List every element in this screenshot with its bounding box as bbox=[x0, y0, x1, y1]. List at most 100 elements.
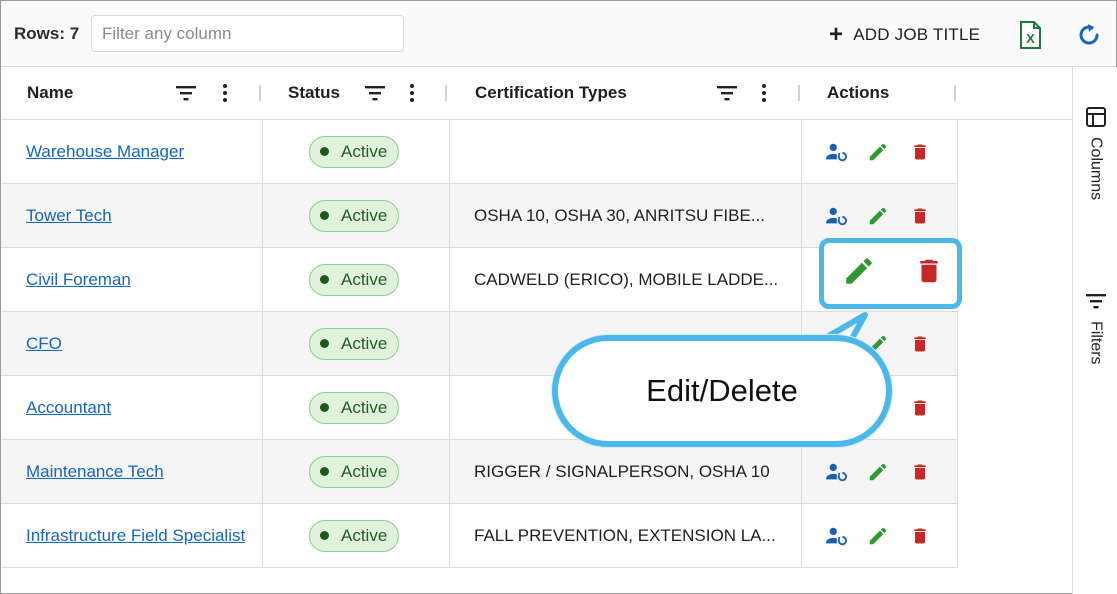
job-title-link[interactable]: Civil Foreman bbox=[26, 270, 131, 290]
status-badge: Active bbox=[309, 263, 400, 296]
filter-menu-icon[interactable] bbox=[365, 83, 385, 103]
edit-icon[interactable] bbox=[867, 205, 889, 227]
status-badge-label: Active bbox=[341, 141, 388, 161]
table-row: Civil Foreman Active CADWELD (ERICO), MOBI… bbox=[1, 248, 958, 312]
filter-menu-icon[interactable] bbox=[717, 83, 737, 103]
column-resize-handle[interactable] bbox=[259, 85, 261, 101]
certification-types-cell: OSHA 10, OSHA 30, ANRITSU FIBE... bbox=[450, 184, 802, 247]
status-dot-icon bbox=[320, 339, 329, 348]
add-job-title-button[interactable]: + ADD JOB TITLE bbox=[829, 21, 980, 49]
job-title-link[interactable]: CFO bbox=[26, 334, 62, 354]
job-title-link[interactable]: Accountant bbox=[26, 398, 111, 418]
certification-types-cell: FALL PREVENTION, EXTENSION LA... bbox=[450, 504, 802, 567]
status-badge: Active bbox=[309, 135, 400, 168]
refresh-icon[interactable] bbox=[1075, 21, 1103, 49]
status-badge-label: Active bbox=[341, 205, 388, 225]
delete-icon[interactable] bbox=[909, 333, 931, 355]
column-options-icon[interactable] bbox=[402, 83, 422, 103]
table-row: Infrastructure Field Specialist Active FAL… bbox=[1, 504, 958, 568]
name-cell: Accountant bbox=[1, 376, 263, 439]
status-badge-label: Active bbox=[341, 461, 388, 481]
status-badge: Active bbox=[309, 455, 400, 488]
name-cell: Tower Tech bbox=[1, 184, 263, 247]
edit-icon[interactable] bbox=[867, 525, 889, 547]
status-badge-label: Active bbox=[341, 269, 388, 289]
job-titles-grid-window: Rows: 7 + ADD JOB TITLE X Name bbox=[0, 0, 1117, 594]
status-badge-label: Active bbox=[341, 525, 388, 545]
table-header-row: Name Status Certification Types Actions bbox=[1, 67, 1072, 120]
status-dot-icon bbox=[320, 147, 329, 156]
status-badge: Active bbox=[309, 519, 400, 552]
job-title-link[interactable]: Infrastructure Field Specialist bbox=[26, 526, 245, 546]
actions-cell bbox=[802, 440, 958, 503]
status-dot-icon bbox=[320, 211, 329, 220]
column-resize-handle[interactable] bbox=[445, 85, 447, 101]
filters-tab-label: Filters bbox=[1087, 321, 1105, 365]
add-job-title-label: ADD JOB TITLE bbox=[853, 25, 981, 44]
name-cell: CFO bbox=[1, 312, 263, 375]
delete-icon[interactable] bbox=[909, 525, 931, 547]
job-title-link[interactable]: Warehouse Manager bbox=[26, 142, 184, 162]
column-header-name[interactable]: Name bbox=[27, 67, 73, 119]
table-row: Warehouse Manager Active bbox=[1, 120, 958, 184]
delete-icon[interactable] bbox=[909, 461, 931, 483]
columns-tab-label: Columns bbox=[1087, 137, 1105, 201]
columns-icon bbox=[1085, 107, 1106, 127]
delete-icon[interactable] bbox=[909, 205, 931, 227]
side-tool-panel: Columns Filters bbox=[1072, 67, 1117, 594]
row-count-label: Rows: 7 bbox=[14, 24, 80, 43]
table-row: Maintenance Tech Active RIGGER / SIGNALPER… bbox=[1, 440, 958, 504]
svg-text:X: X bbox=[1026, 31, 1035, 46]
job-titles-table: Name Status Certification Types Actions … bbox=[1, 67, 1072, 594]
edit-icon[interactable] bbox=[842, 254, 876, 293]
actions-cell bbox=[802, 120, 958, 183]
column-resize-handle[interactable] bbox=[798, 85, 800, 101]
status-cell: Active bbox=[263, 312, 450, 375]
table-row: Tower Tech Active OSHA 10, OSHA 30, ANRITS… bbox=[1, 184, 958, 248]
filter-any-column-input[interactable] bbox=[91, 15, 404, 52]
assign-users-icon[interactable] bbox=[825, 141, 847, 163]
assign-users-icon[interactable] bbox=[825, 525, 847, 547]
name-cell: Warehouse Manager bbox=[1, 120, 263, 183]
grid-toolbar: Rows: 7 + ADD JOB TITLE X bbox=[1, 1, 1116, 67]
assign-users-icon[interactable] bbox=[825, 205, 847, 227]
job-title-link[interactable]: Tower Tech bbox=[26, 206, 112, 226]
job-title-link[interactable]: Maintenance Tech bbox=[26, 462, 164, 482]
status-dot-icon bbox=[320, 275, 329, 284]
name-cell: Maintenance Tech bbox=[1, 440, 263, 503]
edit-delete-callout: Edit/Delete bbox=[552, 335, 892, 447]
status-badge: Active bbox=[309, 327, 400, 360]
column-options-icon[interactable] bbox=[754, 83, 774, 103]
columns-panel-tab[interactable]: Columns bbox=[1073, 107, 1117, 200]
status-badge: Active bbox=[309, 199, 400, 232]
delete-icon[interactable] bbox=[909, 397, 931, 419]
status-dot-icon bbox=[320, 467, 329, 476]
excel-export-icon[interactable]: X bbox=[1018, 21, 1042, 49]
status-cell: Active bbox=[263, 376, 450, 439]
edit-icon[interactable] bbox=[867, 141, 889, 163]
delete-icon[interactable] bbox=[909, 141, 931, 163]
filter-icon bbox=[1085, 294, 1106, 309]
status-badge-label: Active bbox=[341, 333, 388, 353]
filter-menu-icon[interactable] bbox=[176, 83, 196, 103]
column-resize-handle[interactable] bbox=[954, 85, 956, 101]
edit-icon[interactable] bbox=[867, 461, 889, 483]
column-options-icon[interactable] bbox=[215, 83, 235, 103]
column-header-status[interactable]: Status bbox=[288, 67, 340, 119]
plus-icon: + bbox=[829, 21, 844, 48]
column-header-actions: Actions bbox=[827, 83, 890, 102]
status-badge-label: Active bbox=[341, 397, 388, 417]
column-header-certification-types[interactable]: Certification Types bbox=[475, 67, 627, 119]
certification-types-cell: CADWELD (ERICO), MOBILE LADDE... bbox=[450, 248, 802, 311]
assign-users-icon[interactable] bbox=[825, 461, 847, 483]
edit-delete-highlight bbox=[819, 238, 962, 309]
filters-panel-tab[interactable]: Filters bbox=[1073, 293, 1117, 365]
status-dot-icon bbox=[320, 531, 329, 540]
delete-icon[interactable] bbox=[914, 254, 944, 293]
name-cell: Infrastructure Field Specialist bbox=[1, 504, 263, 567]
name-cell: Civil Foreman bbox=[1, 248, 263, 311]
status-cell: Active bbox=[263, 248, 450, 311]
status-dot-icon bbox=[320, 403, 329, 412]
actions-cell bbox=[802, 504, 958, 567]
status-cell: Active bbox=[263, 184, 450, 247]
